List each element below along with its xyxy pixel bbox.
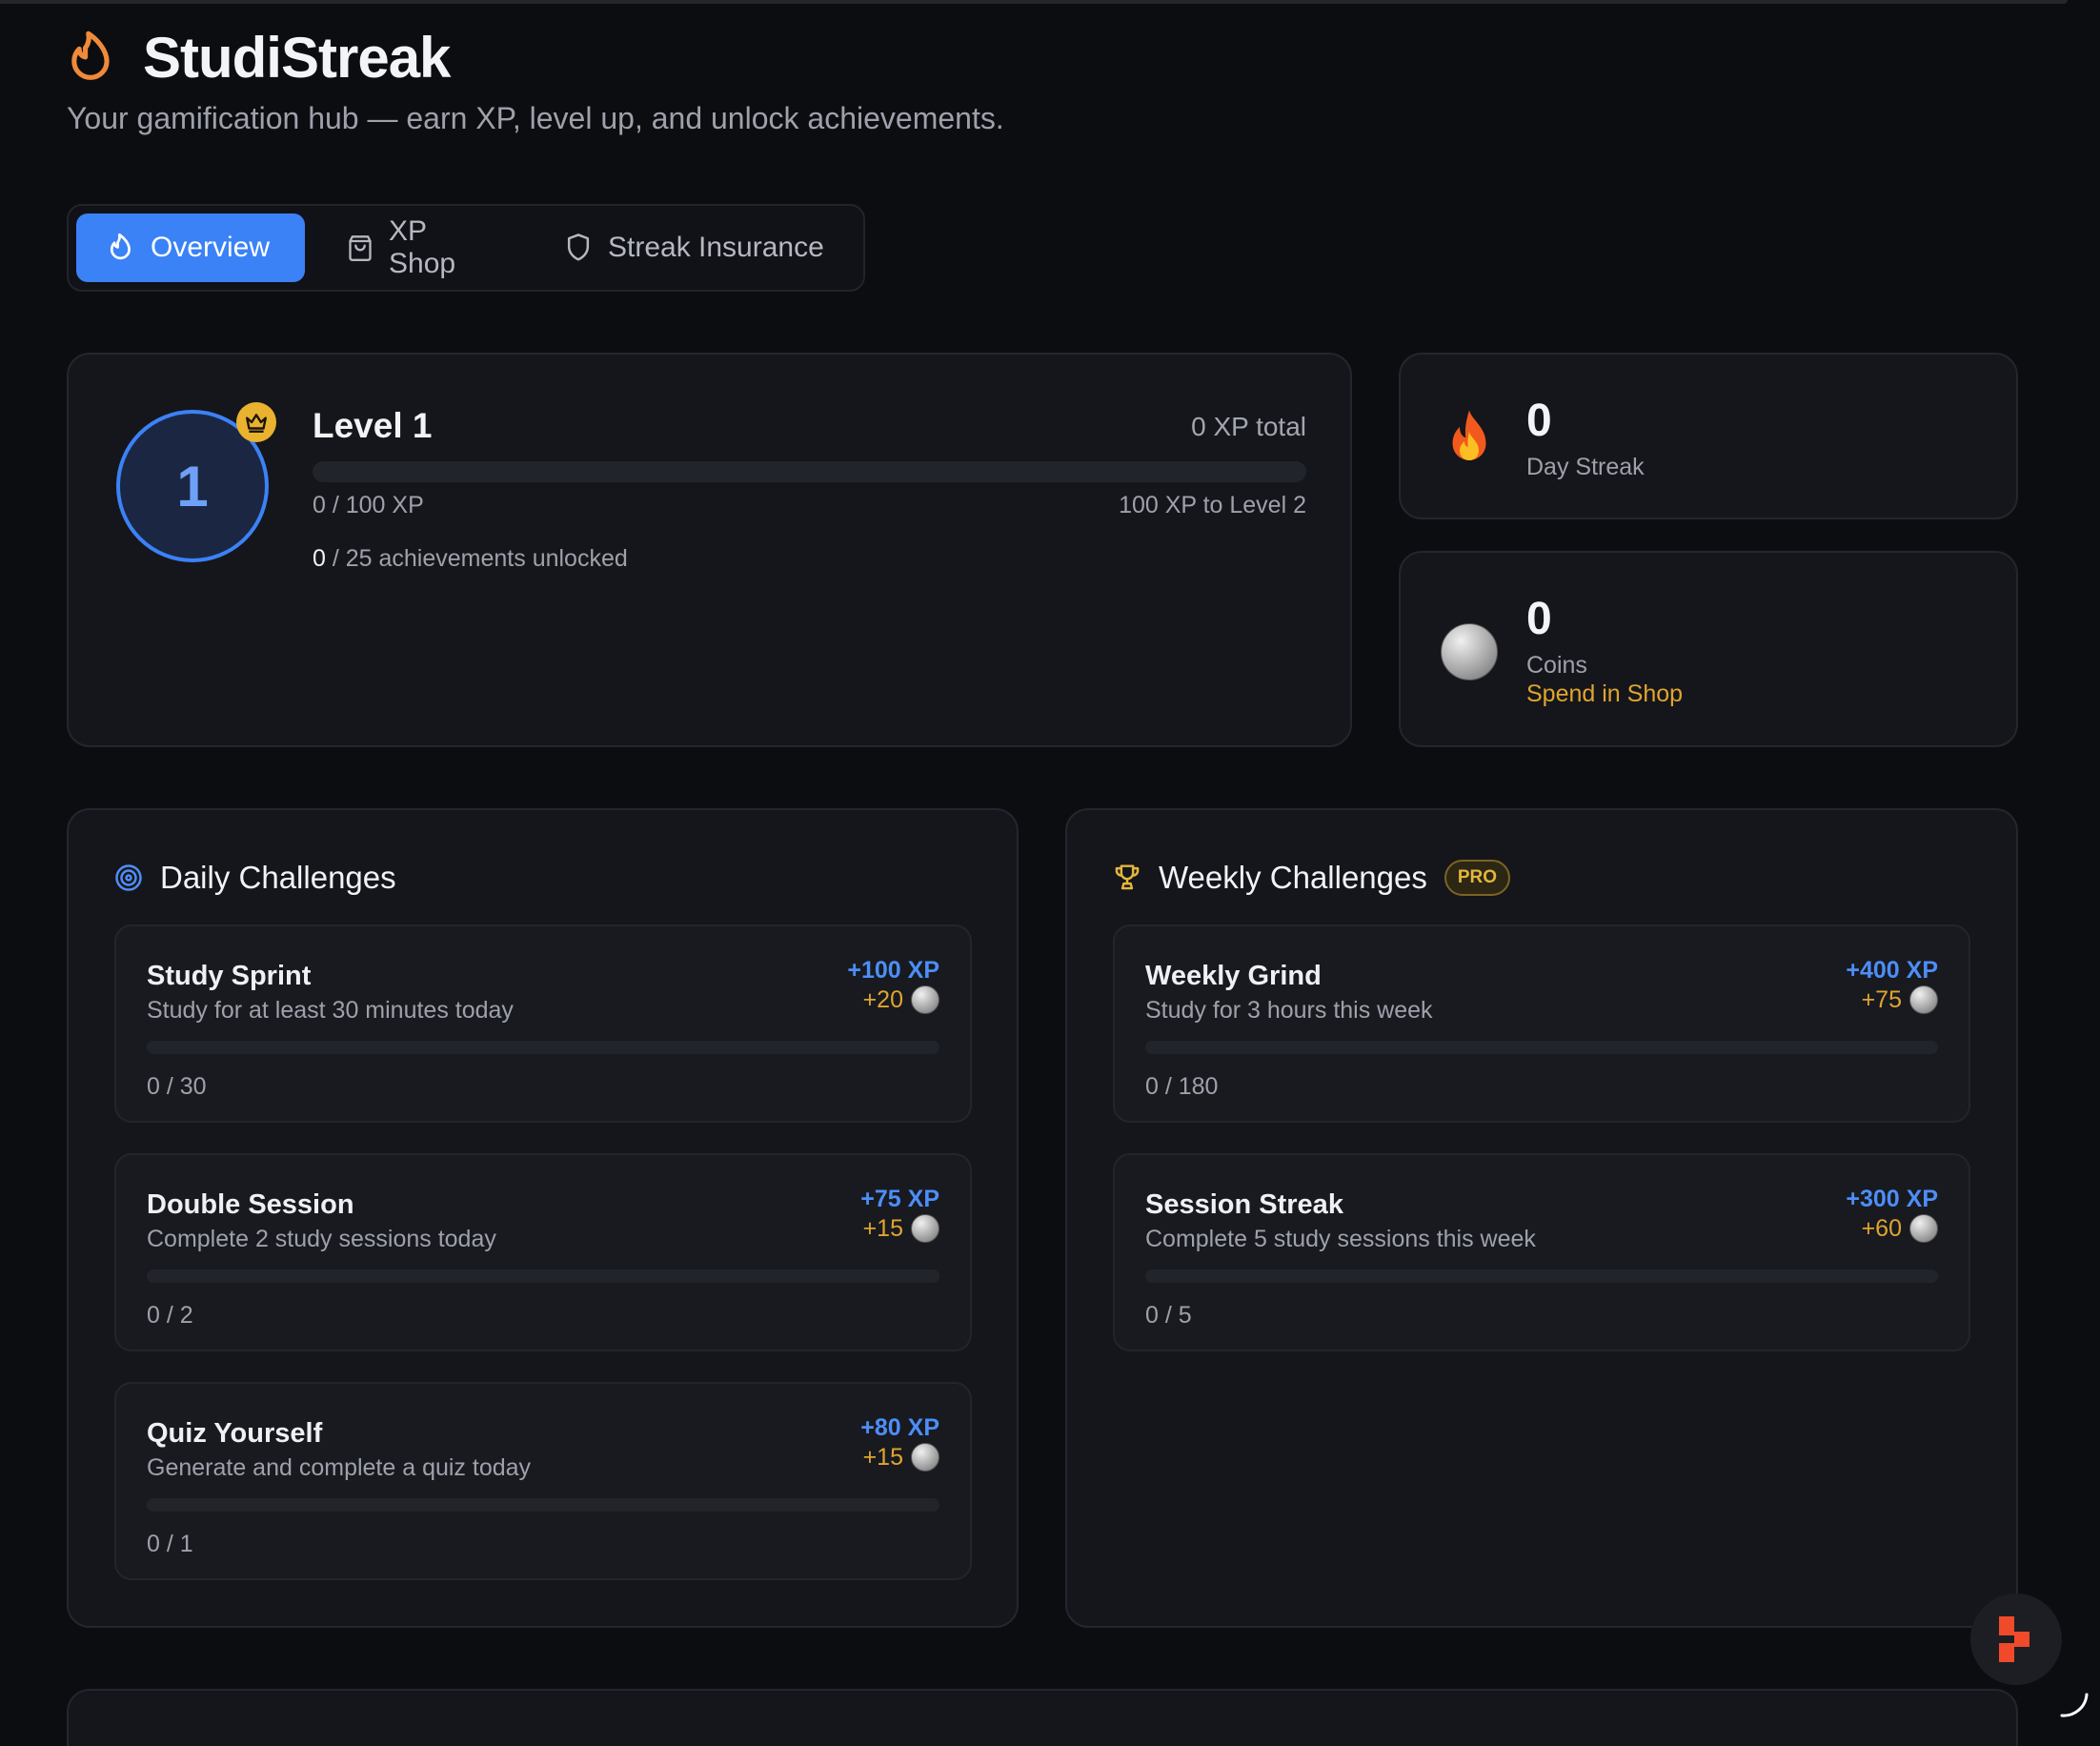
coins-card: 0 Coins Spend in Shop (1399, 551, 2018, 747)
challenge-progress-text: 0 / 2 (147, 1302, 193, 1329)
pro-badge: PRO (1444, 860, 1511, 896)
challenge-card[interactable]: Double Session Complete 2 study sessions… (114, 1153, 972, 1351)
streak-label: Day Streak (1526, 454, 1645, 480)
next-section-card (67, 1689, 2018, 1746)
achievements-label: / 25 achievements unlocked (332, 545, 628, 572)
shield-icon (567, 233, 590, 261)
challenge-description: Study for 3 hours this week (1145, 997, 1433, 1024)
challenge-description: Study for at least 30 minutes today (147, 997, 514, 1024)
challenge-coin-reward: +75 (1862, 985, 1938, 1014)
challenge-xp-reward: +80 XP (860, 1414, 939, 1441)
coin-icon (1909, 1214, 1938, 1243)
level-progress-bar (313, 461, 1306, 482)
crown-icon (236, 402, 276, 442)
spend-in-shop-link[interactable]: Spend in Shop (1526, 680, 1683, 708)
coin-icon (1909, 985, 1938, 1014)
streak-card: 0 Day Streak (1399, 353, 2018, 519)
coin-reward-amount: +60 (1861, 1214, 1902, 1242)
coins-value: 0 (1526, 594, 1552, 644)
challenge-coin-reward: +15 (863, 1443, 939, 1472)
app-header: StudiStreak (67, 25, 451, 91)
app-logo-icon (1999, 1616, 2029, 1662)
challenge-description: Complete 2 study sessions today (147, 1226, 496, 1252)
challenge-card[interactable]: Quiz Yourself Generate and complete a qu… (114, 1382, 972, 1580)
daily-challenges-panel: Daily Challenges Study Sprint Study for … (67, 808, 1019, 1628)
challenge-name: Weekly Grind (1145, 961, 1322, 991)
coin-icon (1441, 623, 1498, 680)
coin-icon (911, 985, 939, 1014)
challenge-progress-bar (1145, 1041, 1938, 1054)
challenge-xp-reward: +300 XP (1846, 1186, 1938, 1212)
challenge-progress-bar (147, 1041, 939, 1054)
challenge-xp-reward: +400 XP (1846, 957, 1938, 984)
streak-value: 0 (1526, 396, 1552, 446)
coins-label: Coins (1526, 652, 1587, 679)
challenge-progress-bar (147, 1269, 939, 1283)
tab-streak-insurance[interactable]: Streak Insurance (534, 213, 854, 282)
challenge-progress-text: 0 / 5 (1145, 1302, 1192, 1329)
coin-icon (911, 1214, 939, 1243)
coin-reward-amount: +15 (862, 1443, 903, 1471)
weekly-challenges-panel: Weekly Challenges PRO Weekly Grind Study… (1065, 808, 2018, 1628)
challenge-xp-reward: +75 XP (860, 1186, 939, 1212)
loading-spinner-icon (2060, 1693, 2089, 1717)
tab-label: XP Shop (389, 215, 456, 279)
challenge-progress-bar (1145, 1269, 1938, 1283)
weekly-challenges-title: Weekly Challenges (1159, 860, 1427, 895)
fire-icon (1452, 410, 1486, 460)
challenge-coin-reward: +20 (863, 985, 939, 1014)
daily-challenges-header: Daily Challenges (114, 860, 396, 896)
challenge-name: Session Streak (1145, 1189, 1343, 1220)
level-title: Level 1 (313, 406, 433, 445)
xp-to-next-level: 100 XP to Level 2 (1119, 492, 1306, 518)
level-card: 1 Level 1 0 XP total 0 / 100 XP 100 XP t… (67, 353, 1352, 747)
shopping-bag-icon (349, 235, 372, 262)
flame-icon (110, 233, 131, 260)
achievements-unlocked-number: 0 (313, 545, 326, 572)
weekly-challenges-header: Weekly Challenges PRO (1113, 860, 1511, 896)
xp-total: 0 XP total (1191, 412, 1306, 441)
tab-overview[interactable]: Overview (76, 213, 305, 282)
app-title: StudiStreak (143, 26, 451, 90)
challenge-description: Generate and complete a quiz today (147, 1454, 532, 1481)
assistant-button[interactable] (1970, 1594, 2062, 1685)
coin-reward-amount: +75 (1861, 985, 1902, 1013)
challenge-progress-bar (147, 1498, 939, 1512)
top-border (0, 0, 2068, 4)
challenge-card[interactable]: Weekly Grind Study for 3 hours this week… (1113, 924, 1970, 1123)
target-icon (115, 864, 142, 891)
challenge-card[interactable]: Session Streak Complete 5 study sessions… (1113, 1153, 1970, 1351)
challenge-progress-text: 0 / 180 (1145, 1073, 1219, 1100)
challenge-name: Quiz Yourself (147, 1418, 323, 1449)
challenge-progress-text: 0 / 1 (147, 1531, 193, 1557)
trophy-icon (1115, 864, 1140, 890)
flame-icon (71, 30, 110, 80)
tab-label: Streak Insurance (608, 232, 824, 263)
challenge-name: Double Session (147, 1189, 354, 1220)
tab-label: Overview (151, 232, 271, 263)
coin-icon (911, 1443, 939, 1472)
challenge-card[interactable]: Study Sprint Study for at least 30 minut… (114, 924, 972, 1123)
challenge-progress-text: 0 / 30 (147, 1073, 207, 1100)
app-subtitle: Your gamification hub — earn XP, level u… (67, 101, 1004, 135)
coin-reward-amount: +15 (862, 1214, 903, 1242)
challenge-name: Study Sprint (147, 961, 312, 991)
xp-progress-text: 0 / 100 XP (313, 492, 424, 518)
tab-bar: Overview XP Shop Streak Insurance (67, 204, 865, 292)
challenge-description: Complete 5 study sessions this week (1145, 1226, 1536, 1252)
challenge-coin-reward: +15 (863, 1214, 939, 1243)
challenge-coin-reward: +60 (1862, 1214, 1938, 1243)
daily-challenges-title: Daily Challenges (160, 860, 396, 895)
coin-reward-amount: +20 (862, 985, 903, 1013)
achievements-count: 0 / 25 achievements unlocked (313, 545, 628, 573)
tab-xp-shop[interactable]: XP Shop (316, 213, 522, 282)
challenge-xp-reward: +100 XP (847, 957, 939, 984)
